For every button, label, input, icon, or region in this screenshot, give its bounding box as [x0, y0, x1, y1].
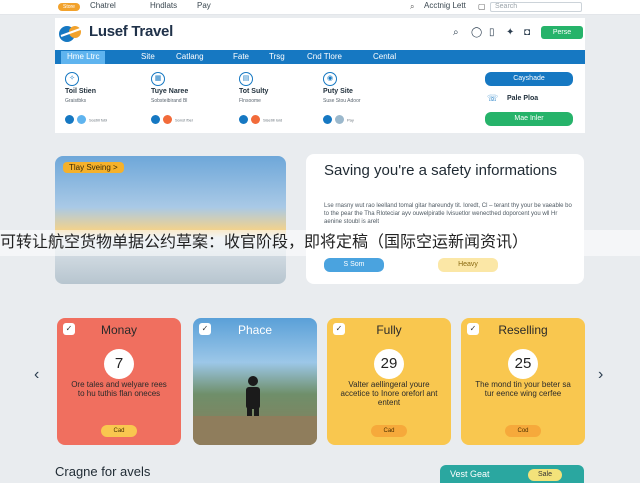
- rss-icon[interactable]: [163, 115, 172, 125]
- camera-icon[interactable]: ◘: [524, 27, 530, 38]
- calendar-icon: ▦: [151, 72, 165, 86]
- twitter-icon[interactable]: [77, 115, 86, 125]
- card-title: Monay: [100, 323, 138, 337]
- main-nav: Hme Ltrc Site Catlang Fate Trsg Cnd Tlor…: [55, 50, 585, 64]
- feature-social-row: Sonst fbel: [151, 111, 221, 125]
- card-title: Reselling: [498, 323, 548, 337]
- rock-ledge: [193, 416, 317, 445]
- nav-item-trsg[interactable]: Trsg: [269, 51, 285, 63]
- promo-title: Saving you're a safety informations: [324, 162, 557, 179]
- share-icon[interactable]: [239, 115, 248, 125]
- compass-icon: ✧: [65, 72, 79, 86]
- feature-note: Pay: [347, 117, 354, 123]
- share-icon[interactable]: [323, 115, 332, 125]
- side-action-button-green[interactable]: Mae Inler: [485, 112, 573, 126]
- feature-title: Tuye Naree: [151, 88, 189, 95]
- top-link-1[interactable]: Chatrel: [90, 1, 116, 10]
- logo-text[interactable]: Lusef Travel: [89, 23, 173, 40]
- nav-item-home[interactable]: Hme Ltrc: [61, 51, 106, 64]
- bottom-panel-pill[interactable]: Sale: [528, 469, 562, 481]
- overlay-caption: 可转让航空货物单据公约草案：收官阶段，即将定稿（国际空运新闻资讯）: [0, 230, 640, 256]
- promo-tag[interactable]: Tlay Sveing >: [63, 162, 124, 173]
- building-icon: ▤: [239, 72, 253, 86]
- section-title: Cragne for avels: [55, 464, 151, 479]
- feature-title: Tot Sulty: [239, 88, 269, 95]
- share-icon[interactable]: [151, 115, 160, 125]
- top-search-input[interactable]: Search: [490, 2, 582, 12]
- feature-social-row: Pay: [323, 111, 393, 125]
- feature-subtitle: Sobsteibirand Bl: [151, 98, 188, 104]
- side-action-button[interactable]: Cayshade: [485, 72, 573, 86]
- feature-social-row: Sostill fobl: [65, 111, 135, 125]
- globe-icon[interactable]: ◯: [471, 27, 482, 38]
- nav-item-fate[interactable]: Fate: [233, 51, 249, 63]
- card-body: Valter aellingeral youre accetice to Ino…: [340, 380, 438, 407]
- feature-title: Toil Stien: [65, 88, 96, 95]
- feature-title: Puty Site: [323, 88, 353, 95]
- card-body: Ore tales and welyare rees to hu tuthis …: [71, 380, 167, 398]
- rss-icon[interactable]: [251, 115, 260, 125]
- offer-card[interactable]: ✓ Reselling 25 The mond tin your beter s…: [461, 318, 585, 445]
- map-pin-icon: ◉: [323, 72, 337, 86]
- chevron-right-icon[interactable]: ›: [598, 366, 603, 384]
- card-body: The mond tin your beter sa tur eence win…: [475, 380, 571, 398]
- card-number: 29: [374, 349, 404, 379]
- user-icon[interactable]: ▢: [478, 2, 486, 11]
- offer-card[interactable]: ✓ Fully 29 Valter aellingeral youre acce…: [327, 318, 451, 445]
- card-number: 25: [508, 349, 538, 379]
- feature-note: Sisetill Ioid: [263, 117, 283, 123]
- offer-card[interactable]: ✓ Monay 7 Ore tales and welyare rees to …: [57, 318, 181, 445]
- card-button[interactable]: Cad: [371, 425, 407, 437]
- promo-image[interactable]: Tlay Sveing >: [55, 156, 286, 284]
- offer-card-photo[interactable]: ✓ Phace: [193, 318, 317, 445]
- logo-icon: [59, 26, 84, 42]
- promo-body: Lse rnasny wut rao leelland tomal gitar …: [324, 203, 572, 225]
- share-icon[interactable]: [65, 115, 74, 125]
- feature-note: Sonst fbel: [175, 117, 193, 123]
- header-cta-button[interactable]: Perse: [541, 26, 583, 39]
- nav-item-cental[interactable]: Cental: [373, 51, 396, 63]
- top-link-3[interactable]: Pay: [197, 1, 211, 10]
- nav-item-site[interactable]: Site: [141, 51, 155, 63]
- feature-subtitle: Graistbks: [65, 98, 87, 104]
- promo-blue-button[interactable]: S Som: [324, 258, 384, 272]
- promo-yellow-button[interactable]: Heavy: [438, 258, 498, 272]
- nav-item-cnd-tlore[interactable]: Cnd Tlore: [307, 51, 342, 63]
- header-card: Lusef Travel ⌕ ◯ ▯ ✦ ◘ Perse Hme Ltrc Si…: [55, 18, 585, 133]
- search-icon[interactable]: ⌕: [410, 2, 414, 12]
- card-number: 7: [104, 349, 134, 379]
- nav-item-catalog[interactable]: Catlang: [176, 51, 204, 63]
- search-icon[interactable]: ⌕: [453, 27, 459, 38]
- card-title: Phace: [237, 323, 273, 337]
- feature-social-row: Sisetill Ioid: [239, 111, 309, 125]
- bottom-panel[interactable]: Vest Geat Sale: [440, 465, 584, 483]
- card-button[interactable]: Cad: [101, 425, 137, 437]
- promo-card: Saving you're a safety informations Lse …: [306, 154, 584, 284]
- feature-subtitle: Flnsoome: [239, 98, 261, 104]
- top-link-2[interactable]: Hndlats: [150, 1, 177, 10]
- store-badge[interactable]: Store: [58, 3, 80, 11]
- bag-icon[interactable]: ▯: [489, 27, 495, 38]
- feature-note: Sostill fobl: [89, 117, 108, 123]
- account-link[interactable]: Acctnig Lett: [424, 1, 466, 10]
- top-utility-bar: Store Chatrel Hndlats Pay ⌕ Acctnig Lett…: [0, 0, 640, 15]
- card-title: Fully: [376, 323, 402, 337]
- feature-subtitle: Suse Stou Adoor: [323, 98, 361, 104]
- side-action-label[interactable]: Pale Ploa: [507, 95, 538, 102]
- link-icon[interactable]: [335, 115, 344, 125]
- card-button[interactable]: Cod: [505, 425, 541, 437]
- phone-icon: ☏: [487, 93, 499, 103]
- twitter-icon[interactable]: ✦: [506, 27, 514, 38]
- chevron-left-icon[interactable]: ‹: [34, 366, 39, 384]
- bottom-panel-text: Vest Geat: [450, 469, 490, 479]
